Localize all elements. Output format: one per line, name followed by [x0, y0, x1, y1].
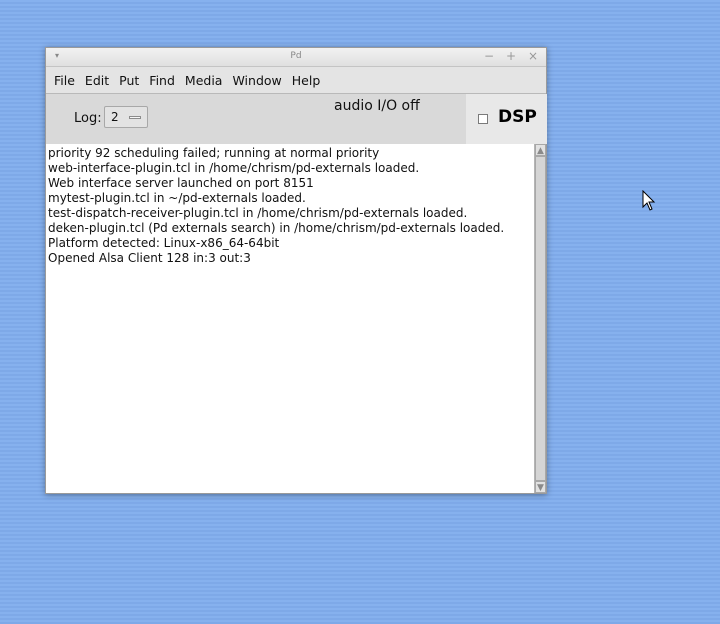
mouse-pointer-icon	[642, 190, 656, 211]
menu-file[interactable]: File	[49, 73, 80, 88]
log-level-label: Log:	[74, 111, 102, 126]
console-line: web-interface-plugin.tcl in /home/chrism…	[48, 161, 420, 175]
scroll-down-icon[interactable]: ▼	[535, 481, 546, 493]
dsp-checkbox[interactable]	[478, 114, 488, 124]
menu-media[interactable]: Media	[180, 73, 228, 88]
console-line: deken-plugin.tcl (Pd externals search) i…	[48, 221, 505, 235]
window-title: Pd	[290, 51, 302, 61]
option-menu-indicator-icon	[129, 116, 141, 119]
close-icon[interactable]: ×	[526, 49, 540, 63]
console-line: Opened Alsa Client 128 in:3 out:3	[48, 251, 251, 265]
toolbar: Log: 2 audio I/O off DSP	[46, 94, 547, 144]
menu-find[interactable]: Find	[144, 73, 180, 88]
pd-main-window: ▾ Pd − + × File Edit Put Find Media Wind…	[45, 47, 547, 494]
minimize-icon[interactable]: −	[482, 49, 496, 63]
menu-edit[interactable]: Edit	[80, 73, 114, 88]
menu-help[interactable]: Help	[287, 73, 326, 88]
scroll-up-icon[interactable]: ▲	[535, 144, 546, 156]
menu-put[interactable]: Put	[114, 73, 144, 88]
menu-bar: File Edit Put Find Media Window Help	[46, 67, 546, 94]
console-line: test-dispatch-receiver-plugin.tcl in /ho…	[48, 206, 468, 220]
audio-status-text: audio I/O off	[334, 98, 420, 114]
console-line: Web interface server launched on port 81…	[48, 176, 314, 190]
console-line: mytest-plugin.tcl in ~/pd-externals load…	[48, 191, 306, 205]
log-level-value: 2	[111, 110, 119, 124]
console-output[interactable]: priority 92 scheduling failed; running a…	[46, 144, 534, 493]
maximize-icon[interactable]: +	[504, 49, 518, 63]
menu-window[interactable]: Window	[227, 73, 286, 88]
dsp-toggle-area: DSP	[466, 94, 547, 144]
log-level-select[interactable]: 2	[104, 106, 148, 128]
dsp-label[interactable]: DSP	[498, 107, 537, 127]
scroll-thumb[interactable]	[535, 156, 546, 481]
console-line: priority 92 scheduling failed; running a…	[48, 146, 380, 160]
console-scrollbar[interactable]: ▲ ▼	[534, 144, 546, 493]
title-bar[interactable]: ▾ Pd − + ×	[46, 48, 546, 67]
console-line: Platform detected: Linux-x86_64-64bit	[48, 236, 280, 250]
